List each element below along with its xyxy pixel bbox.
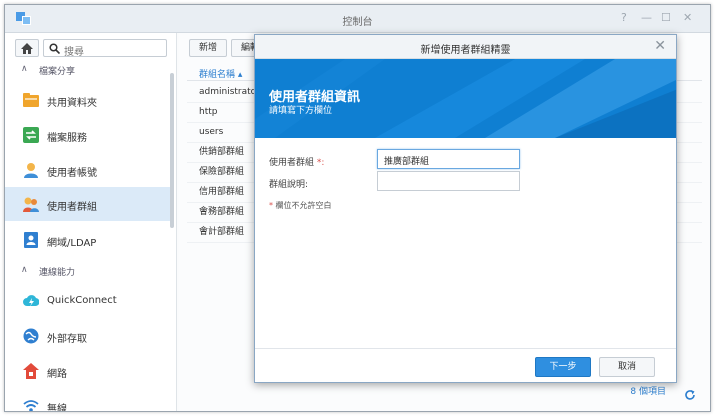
dialog-close-icon[interactable]: ✕ [654,38,666,54]
search-placeholder: 搜尋 [64,47,84,58]
chevron-up-icon: ∧ [21,64,28,74]
group-name-label: 使用者群組 *: [269,158,325,168]
section-file-sharing[interactable]: ∧ 檔案分享 [5,60,170,80]
sidebar-item-wireless[interactable]: 無線 [5,389,170,411]
sidebar-scrollbar[interactable] [170,73,174,228]
quickconnect-icon [23,295,39,307]
wizard-subheading: 請填寫下方欄位 [269,106,333,116]
folder-icon [23,93,39,107]
sidebar-item-quickconnect[interactable]: QuickConnect [5,284,170,318]
external-access-icon [23,328,39,344]
search-icon [49,43,60,54]
item-count: 8 個項目 [630,387,666,397]
sidebar-item-group[interactable]: 使用者群組 [5,187,170,221]
minimize-icon[interactable]: — [641,11,652,24]
sidebar-item-domain-ldap[interactable]: 網域/LDAP [5,223,170,257]
group-icon [23,197,39,212]
domain-icon [24,232,38,248]
refresh-icon[interactable] [684,389,696,401]
group-name-input[interactable]: 推廣部群組 [377,149,520,169]
sidebar: 搜尋 ∧ 檔案分享 共用資料夾 檔案服務 使用者帳號 使用者群組 網域/LDAP [5,33,177,411]
maximize-icon[interactable]: ☐ [661,11,671,24]
group-description-input[interactable] [377,171,520,191]
title-bar: 控制台 ? — ☐ ✕ [5,5,710,33]
sidebar-item-file-services[interactable]: 檔案服務 [5,118,170,152]
group-description-label: 群組說明: [269,180,309,190]
dialog-title-bar: 新增使用者群組精靈 ✕ [255,35,676,59]
home-icon [21,43,33,54]
dialog-banner: 使用者群組資訊 請填寫下方欄位 [255,59,676,138]
required-field-note: * 欄位不允許空白 [269,201,332,210]
close-icon[interactable]: ✕ [683,11,692,24]
sidebar-item-shared-folder[interactable]: 共用資料夾 [5,83,170,117]
help-icon[interactable]: ? [621,11,627,24]
sidebar-item-external-access[interactable]: 外部存取 [5,319,170,353]
window-title: 控制台 [342,17,373,28]
next-button[interactable]: 下一步 [535,357,591,377]
user-icon [24,163,38,178]
home-button[interactable] [15,39,39,57]
wireless-icon [23,400,39,411]
network-icon [23,363,39,379]
dialog-title: 新增使用者群組精靈 [420,45,511,56]
section-connectivity[interactable]: ∧ 連線能力 [5,261,170,281]
chevron-up-icon: ∧ [21,265,28,275]
dialog-footer: 下一步 取消 [255,348,676,382]
create-group-wizard-dialog: 新增使用者群組精靈 ✕ 使用者群組資訊 請填寫下方欄位 使用者群組 *: 推廣部… [254,34,677,383]
sidebar-item-user[interactable]: 使用者帳號 [5,153,170,187]
sidebar-item-network[interactable]: 網路 [5,354,170,388]
search-input[interactable]: 搜尋 [43,39,167,58]
add-button[interactable]: 新增 [189,39,227,57]
cancel-button[interactable]: 取消 [599,357,655,377]
file-services-icon [23,127,39,143]
